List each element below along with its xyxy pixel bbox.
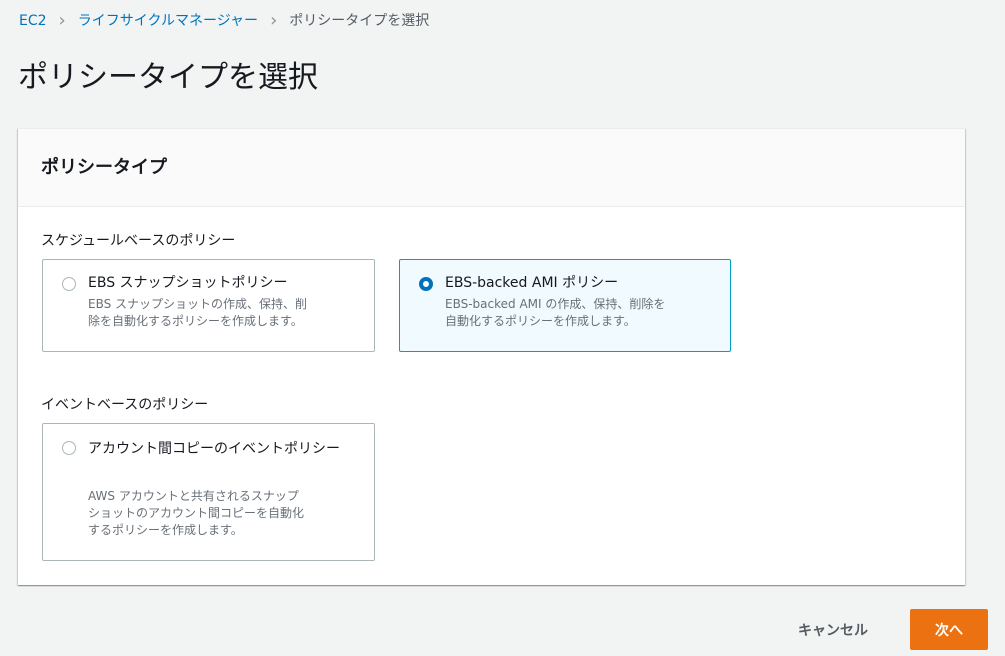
option-description-line: AWS アカウントと共有されるスナップ — [88, 489, 299, 503]
panel-header: ポリシータイプ — [18, 129, 965, 207]
schedule-based-policy-label: スケジュールベースのポリシー — [41, 233, 236, 249]
breadcrumb-current-page: ポリシータイプを選択 — [289, 13, 430, 29]
ebs-backed-ami-policy-option[interactable]: EBS-backed AMI ポリシー EBS-backed AMI の作成、保… — [399, 259, 731, 352]
breadcrumb-separator-icon: › — [58, 10, 66, 31]
breadcrumb-lifecycle-manager-link[interactable]: ライフサイクルマネージャー — [78, 11, 258, 31]
option-title: EBS スナップショットポリシー — [88, 275, 288, 291]
page-title: ポリシータイプを選択 — [18, 60, 318, 95]
breadcrumb-separator-icon: › — [270, 10, 278, 31]
form-actions: キャンセル 次へ — [798, 609, 988, 650]
radio-button-selected[interactable] — [419, 277, 433, 291]
option-title: アカウント間コピーのイベントポリシー — [88, 441, 340, 457]
radio-button-unselected[interactable] — [62, 277, 76, 291]
breadcrumb: EC2 › ライフサイクルマネージャー › ポリシータイプを選択 — [19, 11, 429, 31]
option-description-line: EBS スナップショットの作成、保持、削 — [88, 297, 308, 311]
option-description-line: 除を自動化するポリシーを作成します。 — [88, 314, 303, 328]
option-description-line: EBS-backed AMI の作成、保持、削除を — [445, 297, 666, 311]
cancel-button[interactable]: キャンセル — [798, 620, 868, 640]
breadcrumb-ec2-link[interactable]: EC2 — [19, 11, 47, 31]
option-description-line: ショットのアカウント間コピーを自動化 — [88, 506, 305, 520]
next-button[interactable]: 次へ — [910, 609, 988, 650]
radio-button-unselected[interactable] — [62, 441, 76, 455]
policy-type-panel: ポリシータイプ スケジュールベースのポリシー EBS スナップショットポリシー … — [18, 128, 965, 585]
option-description-line: するポリシーを作成します。 — [88, 523, 243, 537]
option-description-line: 自動化するポリシーを作成します。 — [445, 314, 636, 328]
cross-account-copy-event-policy-option[interactable]: アカウント間コピーのイベントポリシー AWS アカウントと共有されるスナップ シ… — [42, 423, 375, 561]
ebs-snapshot-policy-option[interactable]: EBS スナップショットポリシー EBS スナップショットの作成、保持、削 除を… — [42, 259, 375, 352]
event-based-policy-label: イベントベースのポリシー — [41, 397, 209, 413]
option-title: EBS-backed AMI ポリシー — [445, 275, 619, 291]
panel-title: ポリシータイプ — [41, 156, 167, 178]
